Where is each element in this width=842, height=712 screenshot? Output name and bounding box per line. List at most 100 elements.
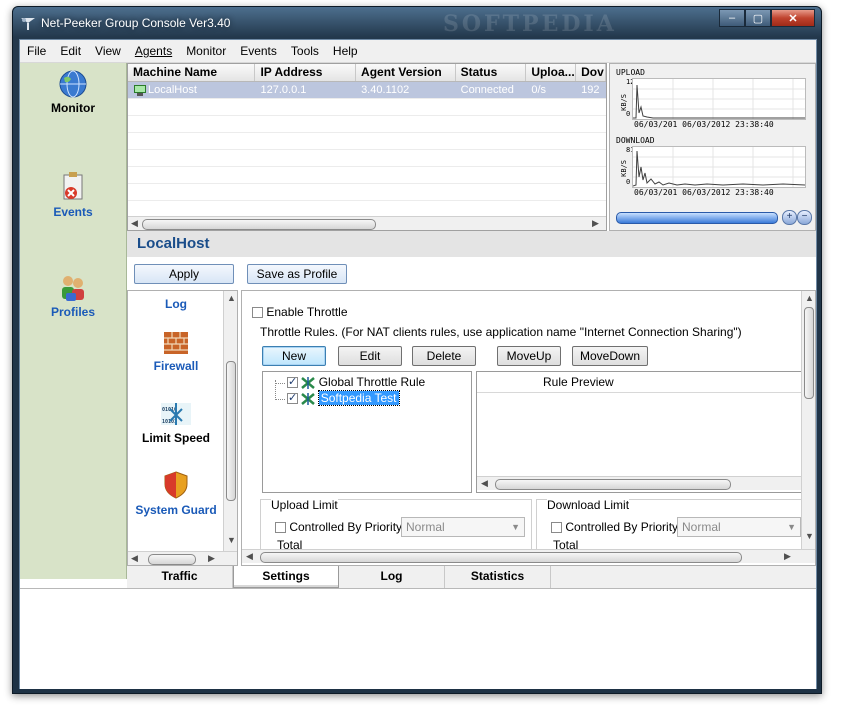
rule-icon: [301, 392, 316, 405]
upload-graph-zero: 0: [626, 110, 631, 118]
rule-preview: Rule Preview ◀: [476, 371, 806, 493]
col-status[interactable]: Status: [456, 64, 527, 81]
rule-item-global[interactable]: Global Throttle Rule: [287, 375, 425, 389]
enable-throttle-label: Enable Throttle: [266, 305, 348, 319]
scroll-down-icon[interactable]: ▼: [805, 531, 814, 541]
throttle-settings: Enable Throttle Throttle Rules. (For NAT…: [241, 290, 816, 566]
download-priority-select[interactable]: Normal ▼: [677, 517, 801, 537]
download-priority-checkbox[interactable]: Controlled By Priority: [551, 520, 678, 534]
move-down-button[interactable]: MoveDown: [572, 346, 648, 366]
menu-monitor[interactable]: Monitor: [179, 44, 233, 58]
rule-icon: [301, 376, 316, 389]
download-limit-title: Download Limit: [547, 498, 630, 512]
preview-hscroll[interactable]: ◀: [477, 476, 805, 490]
scroll-thumb[interactable]: [226, 361, 236, 501]
tool-item-system-guard[interactable]: System Guard: [128, 471, 224, 517]
upload-graph-unit: KB/S: [620, 94, 628, 111]
tools-vscroll[interactable]: ▲ ▼: [223, 291, 237, 551]
enable-throttle-checkbox[interactable]: Enable Throttle: [252, 305, 348, 319]
client-area: File Edit View Agents Monitor Events Too…: [19, 39, 817, 689]
download-graph: [632, 146, 806, 188]
scroll-left-icon[interactable]: ◀: [131, 553, 138, 564]
tool-item-firewall[interactable]: Firewall: [128, 329, 224, 373]
maximize-button[interactable]: ▢: [745, 9, 771, 27]
menu-events[interactable]: Events: [233, 44, 284, 58]
sidebar-item-events[interactable]: Events: [20, 171, 126, 219]
scroll-thumb[interactable]: [804, 307, 814, 399]
new-rule-button[interactable]: New: [262, 346, 326, 366]
tab-statistics[interactable]: Statistics: [445, 566, 551, 588]
rule-name: Softpedia Test: [317, 390, 400, 406]
col-upload[interactable]: Uploa...: [526, 64, 577, 81]
scroll-right-icon[interactable]: ▶: [208, 553, 215, 564]
scroll-up-icon[interactable]: ▲: [227, 293, 236, 303]
cell-status: Connected: [460, 84, 514, 96]
menu-tools[interactable]: Tools: [284, 44, 326, 58]
checkbox[interactable]: [275, 522, 286, 534]
table-row[interactable]: LocalHost 127.0.0.1 3.40.1102 Connected …: [128, 82, 606, 99]
tool-item-limit-speed[interactable]: 01010 10101 Limit Speed: [128, 401, 224, 445]
col-ip-address[interactable]: IP Address: [255, 64, 357, 81]
chevron-down-icon: ▼: [787, 522, 796, 532]
delete-rule-button[interactable]: Delete: [412, 346, 476, 366]
svg-text:01010: 01010: [162, 407, 177, 413]
apply-button[interactable]: Apply: [134, 264, 234, 284]
tab-log[interactable]: Log: [339, 566, 445, 588]
edit-rule-button[interactable]: Edit: [338, 346, 402, 366]
bottom-tabs: Traffic Settings Log Statistics: [127, 566, 816, 588]
upload-priority-value: Normal: [406, 520, 445, 534]
sidebar-label-events: Events: [53, 205, 93, 219]
scroll-thumb[interactable]: [260, 552, 742, 563]
upload-priority-select[interactable]: Normal ▼: [401, 517, 525, 537]
menu-file[interactable]: File: [20, 44, 53, 58]
upload-priority-checkbox[interactable]: Controlled By Priority: [275, 520, 402, 534]
scroll-up-icon[interactable]: ▲: [805, 293, 814, 303]
rule-checkbox[interactable]: [287, 375, 298, 389]
scroll-left-icon[interactable]: ◀: [131, 218, 138, 229]
settings-vscroll[interactable]: ▲ ▼: [801, 291, 815, 549]
settings-hscroll[interactable]: ◀ ▶: [242, 549, 815, 563]
scroll-left-icon[interactable]: ◀: [246, 551, 253, 562]
checkbox[interactable]: [252, 307, 263, 319]
save-profile-button[interactable]: Save as Profile: [247, 264, 347, 284]
sidebar-item-profiles[interactable]: Profiles: [20, 271, 126, 319]
tool-item-log[interactable]: Log: [128, 297, 224, 311]
col-download[interactable]: Dov: [576, 64, 606, 81]
rule-item-softpedia[interactable]: Softpedia Test: [287, 390, 400, 406]
tab-traffic[interactable]: Traffic: [127, 566, 233, 588]
col-machine-name[interactable]: Machine Name: [128, 64, 256, 81]
rule-name: Global Throttle Rule: [318, 375, 426, 389]
scroll-right-icon[interactable]: ▶: [784, 551, 791, 562]
tool-label-limit-speed: Limit Speed: [141, 431, 210, 445]
menu-agents[interactable]: Agents: [128, 44, 179, 58]
sidebar-item-monitor[interactable]: Monitor: [20, 69, 126, 115]
scroll-right-icon[interactable]: ▶: [592, 218, 599, 229]
window-title: Net-Peeker Group Console Ver3.40: [41, 16, 231, 30]
move-up-button[interactable]: MoveUp: [497, 346, 561, 366]
title-bar: Net-Peeker Group Console Ver3.40 SOFTPED…: [13, 7, 821, 39]
close-button[interactable]: ✕: [771, 9, 815, 27]
scroll-thumb[interactable]: [148, 554, 196, 565]
globe-icon: [59, 70, 87, 98]
menu-edit[interactable]: Edit: [53, 44, 88, 58]
zoom-out-button[interactable]: −: [797, 210, 812, 225]
scroll-left-icon[interactable]: ◀: [481, 478, 488, 489]
minimize-button[interactable]: ‒: [719, 9, 745, 27]
rule-checkbox[interactable]: [287, 391, 298, 405]
upload-limit-title: Upload Limit: [271, 498, 338, 512]
tab-settings[interactable]: Settings: [233, 566, 339, 588]
sidebar-label-profiles: Profiles: [50, 305, 95, 319]
menu-help[interactable]: Help: [326, 44, 365, 58]
table-header: Machine Name IP Address Agent Version St…: [128, 64, 606, 82]
zoom-in-button[interactable]: +: [782, 210, 797, 225]
menu-view[interactable]: View: [88, 44, 128, 58]
machines-hscroll[interactable]: ◀ ▶: [128, 216, 606, 230]
scroll-thumb[interactable]: [142, 219, 376, 230]
checkbox[interactable]: [551, 522, 562, 534]
tools-hscroll[interactable]: ◀ ▶: [128, 551, 237, 565]
speed-icon: 01010 10101: [161, 403, 191, 425]
col-agent-version[interactable]: Agent Version: [356, 64, 456, 81]
zoom-slider[interactable]: [616, 212, 778, 224]
scroll-down-icon[interactable]: ▼: [227, 535, 236, 545]
scroll-thumb[interactable]: [495, 479, 731, 490]
